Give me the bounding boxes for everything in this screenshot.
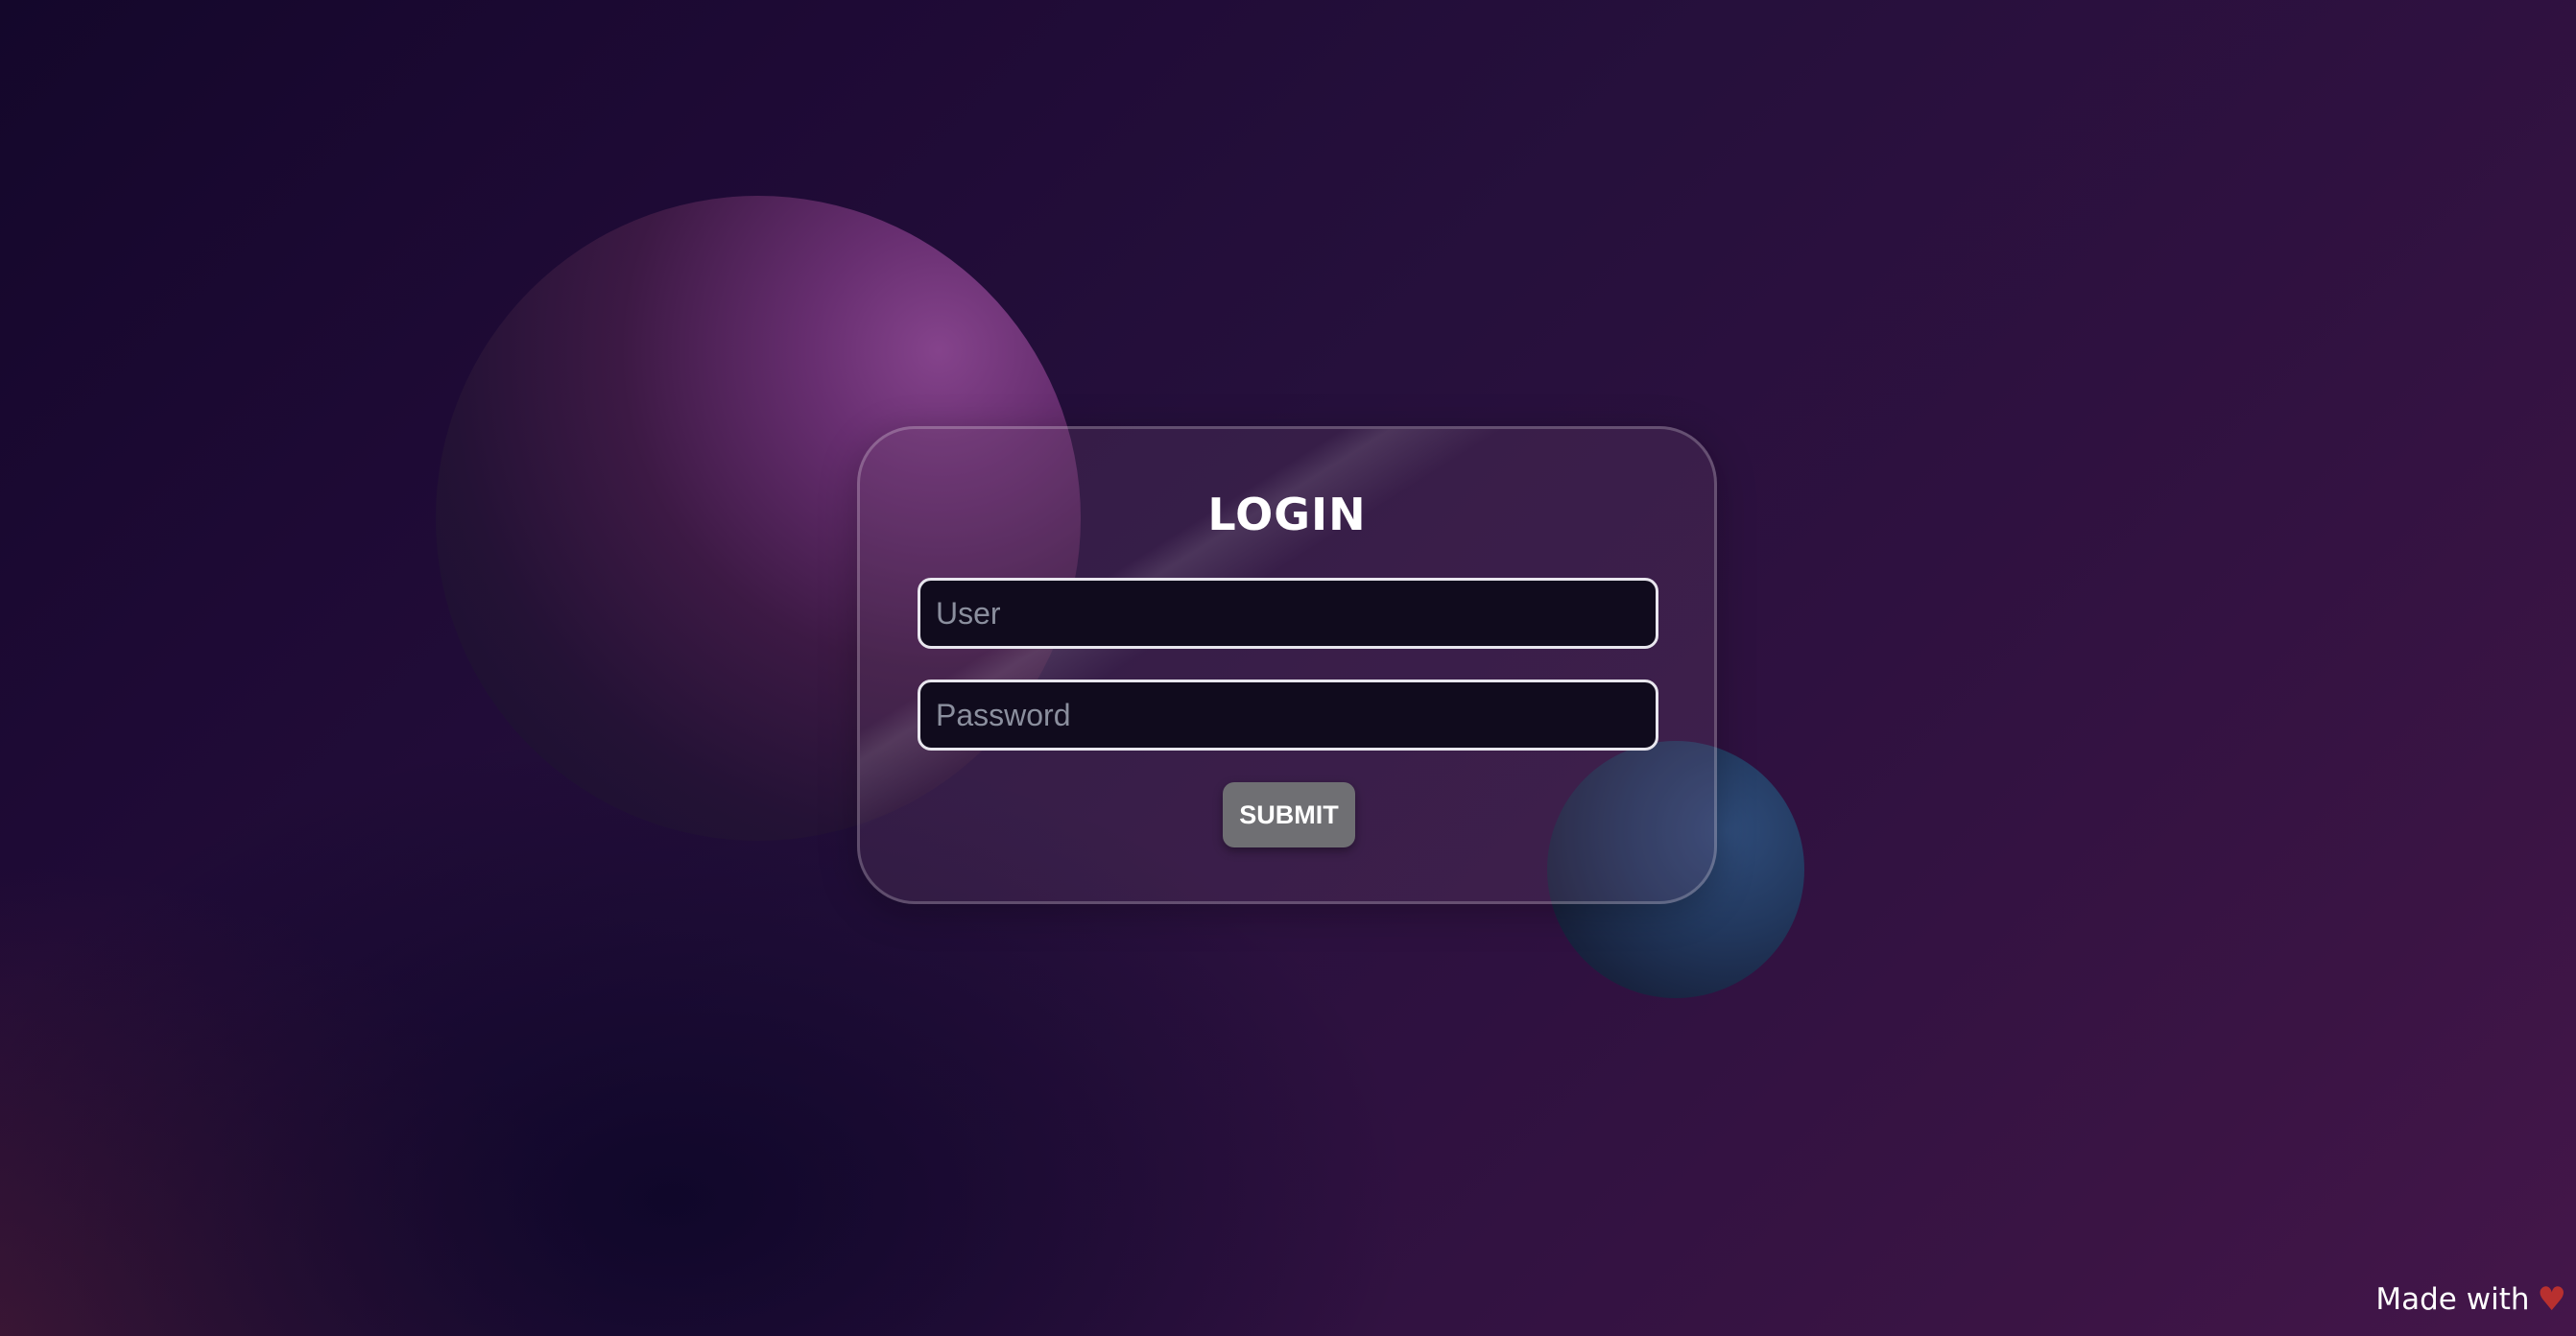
- user-input[interactable]: [918, 578, 1658, 649]
- login-card: LOGIN SUBMIT: [857, 426, 1717, 904]
- submit-button[interactable]: SUBMIT: [1223, 782, 1355, 847]
- footer-text: Made with: [2375, 1282, 2530, 1317]
- login-title: LOGIN: [1207, 489, 1367, 540]
- heart-icon: ♥: [2537, 1280, 2566, 1319]
- password-input[interactable]: [918, 680, 1658, 751]
- footer-credit: Made with ♥: [2375, 1282, 2566, 1317]
